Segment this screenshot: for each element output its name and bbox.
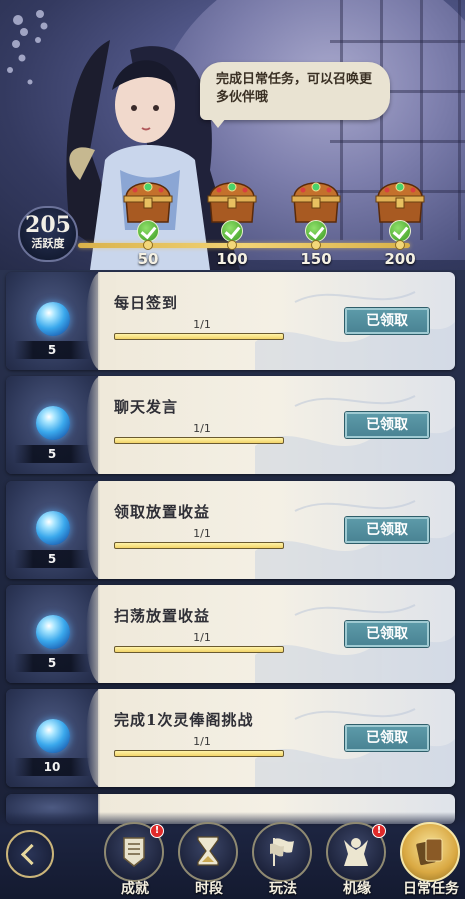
milestone-check-icon-2 (305, 220, 327, 242)
task-progress-text: 1/1 (193, 631, 211, 644)
activity-badge: 205 活跃度 (18, 206, 78, 262)
task-card: 5 每日签到 1/1 已领取 (6, 272, 455, 370)
hourglass-icon (197, 836, 219, 866)
nav-label: 时段 (195, 881, 223, 897)
nav-label: 成就 (121, 881, 149, 897)
reward-quantity: 5 (14, 445, 90, 463)
task-progress-bar (114, 542, 284, 549)
cards-icon (416, 838, 443, 866)
milestone-check-icon-0 (137, 220, 159, 242)
reward-quantity: 5 (14, 550, 90, 568)
claimed-button[interactable]: 已领取 (345, 412, 429, 438)
task-progress-text: 1/1 (193, 735, 211, 748)
task-progress-fill (115, 543, 283, 548)
task-card: 10 完成1次灵俸阁挑战 1/1 已领取 (6, 689, 455, 787)
task-card: 5 扫荡放置收益 1/1 已领取 (6, 585, 455, 683)
milestone-check-icon-3 (389, 220, 411, 242)
task-progress-text: 1/1 (193, 422, 211, 435)
milestone-node-2 (311, 240, 321, 250)
activity-value: 205 (25, 212, 71, 238)
task-title: 完成1次灵俸阁挑战 (114, 711, 254, 729)
reward-quantity: 5 (14, 654, 90, 672)
spirit-orb-icon (36, 719, 70, 753)
task-card: 5 领取放置收益 1/1 已领取 (6, 481, 455, 579)
spirit-orb-icon (36, 302, 70, 336)
task-card: 5 聊天发言 1/1 已领取 (6, 376, 455, 474)
milestone-node-3 (395, 240, 405, 250)
milestone-check-icon-1 (221, 220, 243, 242)
activity-progress-track (78, 243, 410, 248)
spirit-orb-icon (36, 511, 70, 545)
task-progress-fill (115, 751, 283, 756)
task-progress-fill (115, 647, 283, 652)
claimed-button[interactable]: 已领取 (345, 308, 429, 334)
milestone-node-1 (227, 240, 237, 250)
milestone-label-3: 200 (384, 250, 416, 268)
reward-quantity: 10 (14, 758, 90, 776)
reward-quantity: 5 (14, 341, 90, 359)
task-title: 每日签到 (114, 294, 179, 312)
task-progress-fill (115, 334, 283, 339)
scroll-shield-icon (123, 837, 145, 867)
task-title: 领取放置收益 (114, 503, 211, 521)
nav-hourglass[interactable]: 时段 (178, 822, 240, 897)
milestone-label-1: 100 (216, 250, 248, 268)
alert-badge: ! (372, 824, 386, 838)
activity-label: 活跃度 (31, 237, 65, 250)
task-title: 聊天发言 (114, 398, 179, 416)
nav-label: 机缘 (343, 881, 371, 897)
speech-bubble: 完成日常任务，可以召唤更多伙伴哦 (200, 62, 390, 128)
nav-label: 玩法 (269, 881, 297, 897)
nav-demon-figure[interactable]: ! 机缘 (326, 822, 388, 897)
nav-flags[interactable]: 玩法 (252, 822, 314, 897)
milestone-label-2: 150 (300, 250, 332, 268)
nav-scroll-shield[interactable]: ! 成就 (104, 822, 166, 897)
claimed-button[interactable]: 已领取 (345, 517, 429, 543)
task-progress-bar (114, 333, 284, 340)
task-progress-fill (115, 438, 283, 443)
nav-cards[interactable]: 日常任务 (400, 822, 462, 897)
milestone-node-0 (143, 240, 153, 250)
claimed-button[interactable]: 已领取 (345, 725, 429, 751)
task-title: 扫荡放置收益 (114, 607, 211, 625)
milestone-label-0: 50 (137, 250, 159, 268)
task-progress-text: 1/1 (193, 527, 211, 540)
spirit-orb-icon (36, 615, 70, 649)
claimed-button[interactable]: 已领取 (345, 621, 429, 647)
flags-icon (270, 838, 294, 866)
back-button[interactable] (6, 830, 54, 878)
task-progress-bar (114, 437, 284, 444)
alert-badge: ! (150, 824, 164, 838)
task-progress-bar (114, 646, 284, 653)
nav-label: 日常任务 (403, 881, 459, 897)
task-progress-bar (114, 750, 284, 757)
spirit-orb-icon (36, 406, 70, 440)
demon-figure-icon (344, 838, 368, 866)
task-progress-text: 1/1 (193, 318, 211, 331)
